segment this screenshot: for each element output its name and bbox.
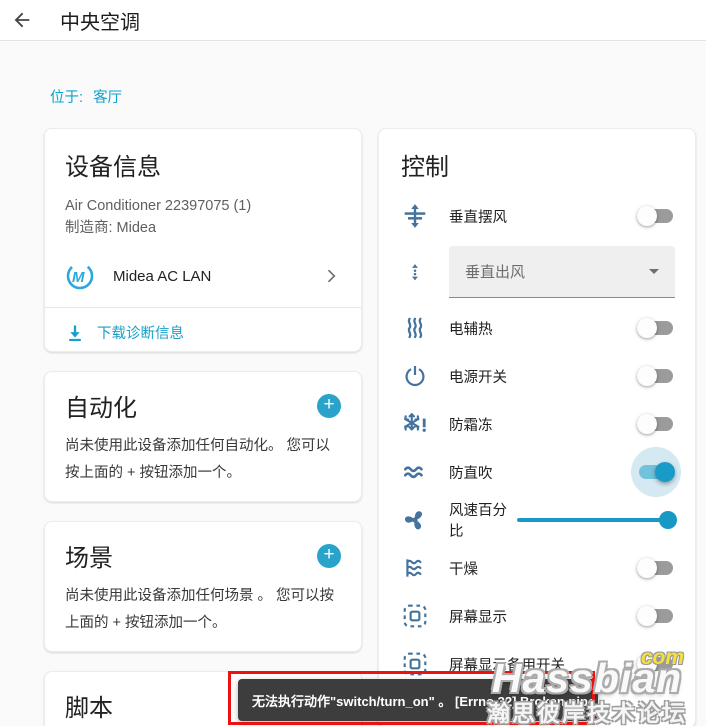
app-header: 中央空调 (0, 0, 706, 41)
toggle-anti-direct-blow[interactable] (637, 462, 675, 482)
page-title: 中央空调 (60, 11, 140, 34)
control-row-dry: 干燥 (379, 544, 695, 592)
fan-speed-slider[interactable] (517, 510, 677, 530)
arrow-left-icon (14, 12, 30, 28)
automations-title: 自动化 (65, 395, 137, 422)
control-row-aux-heat: 电辅热 (379, 304, 695, 352)
power-icon (405, 366, 425, 387)
control-row-fan-speed: 风速百分比 (379, 496, 695, 544)
toggle-power[interactable] (637, 366, 675, 386)
download-icon (69, 325, 81, 341)
breadcrumb-location: 位于: 客厅 (50, 86, 122, 107)
scenes-empty-text: 尚未使用此设备添加任何场景 。 您可以按上面的 + 按钮添加一个。 (65, 588, 335, 631)
chevron-right-icon (327, 269, 336, 283)
control-row-anti-direct-blow: 防直吹 (379, 448, 695, 496)
toggle-frost-protect[interactable] (637, 414, 675, 434)
fan-icon (404, 511, 423, 530)
screen-display-icon (403, 652, 427, 676)
control-label: 屏幕显示备用开关 (449, 657, 565, 674)
heat-wave-icon (407, 317, 423, 339)
toggle-dry[interactable] (637, 558, 675, 578)
device-name: Air Conditioner 22397075 (1) (65, 198, 252, 214)
left-column: 设备信息 Air Conditioner 22397075 (1) 制造商: M… (44, 128, 362, 726)
control-label: 电辅热 (449, 321, 493, 338)
toggle-aux-heat[interactable] (637, 318, 675, 338)
control-label: 防直吹 (449, 465, 493, 482)
control-label: 垂直摆风 (449, 209, 507, 226)
device-info-title: 设备信息 (65, 154, 161, 181)
scripts-title: 脚本 (65, 695, 113, 722)
control-row-screen-display: 屏幕显示 (379, 592, 695, 640)
add-automation-button[interactable]: + (317, 393, 341, 418)
integration-name: Midea AC LAN (113, 267, 212, 285)
device-manufacturer: 制造商: Midea (65, 220, 157, 236)
location-label: 位于: (50, 90, 84, 106)
vertical-outlet-select[interactable]: 垂直出风 (449, 246, 675, 298)
integration-row[interactable]: M Midea AC LAN (65, 255, 341, 297)
automations-card: 自动化 + 尚未使用此设备添加任何自动化。 您可以按上面的 + 按钮添加一个。 (44, 371, 362, 502)
error-toast: 无法执行动作"switch/turn_on" 。 [Errno 32] Brok… (238, 679, 598, 721)
snowflake-alert-icon (404, 413, 426, 432)
toggle-swing-vertical[interactable] (637, 206, 675, 226)
screen-display-icon (403, 604, 427, 628)
wave-icon (403, 466, 423, 479)
control-row-vertical-outlet: 垂直出风 (379, 240, 695, 304)
dropdown-caret-icon (649, 269, 659, 274)
control-label: 干燥 (449, 561, 478, 578)
toggle-screen-display[interactable] (637, 606, 675, 626)
midea-logo-icon: M (66, 262, 94, 290)
select-value: 垂直出风 (465, 264, 526, 281)
swing-vertical-icon (404, 204, 426, 228)
controls-card: 控制 垂直摆风 垂直出风 电辅热 电源开关 防霜冻 防直吹 风速百分比 干燥 屏… (378, 128, 696, 726)
arrow-up-down-icon (412, 264, 418, 281)
control-label: 防霜冻 (449, 417, 493, 434)
slider-thumb[interactable] (659, 511, 677, 529)
controls-title: 控制 (401, 154, 449, 181)
download-label: 下载诊断信息 (97, 326, 184, 342)
svg-text:M: M (72, 269, 85, 286)
download-diagnostics-link[interactable]: 下载诊断信息 (65, 308, 341, 351)
control-label: 电源开关 (449, 369, 507, 386)
control-label: 风速百分比 (449, 503, 507, 540)
control-label: 屏幕显示 (449, 609, 507, 626)
scenes-title: 场景 (65, 545, 113, 572)
control-row-frost-protect: 防霜冻 (379, 400, 695, 448)
location-area-link[interactable]: 客厅 (93, 90, 122, 106)
control-row-swing-vertical: 垂直摆风 (379, 192, 695, 240)
error-toast-message: 无法执行动作"switch/turn_on" 。 [Errno 32] Brok… (252, 693, 596, 709)
air-filter-icon (406, 559, 422, 577)
scenes-card: 场景 + 尚未使用此设备添加任何场景 。 您可以按上面的 + 按钮添加一个。 (44, 521, 362, 652)
add-scene-button[interactable]: + (317, 543, 341, 568)
control-row-power: 电源开关 (379, 352, 695, 400)
device-info-card: 设备信息 Air Conditioner 22397075 (1) 制造商: M… (44, 128, 362, 352)
automations-empty-text: 尚未使用此设备添加任何自动化。 您可以按上面的 + 按钮添加一个。 (65, 438, 331, 481)
back-button[interactable] (0, 0, 44, 41)
toggle-screen-display-backup[interactable] (637, 654, 675, 674)
right-column: 控制 垂直摆风 垂直出风 电辅热 电源开关 防霜冻 防直吹 风速百分比 干燥 屏… (378, 128, 696, 726)
